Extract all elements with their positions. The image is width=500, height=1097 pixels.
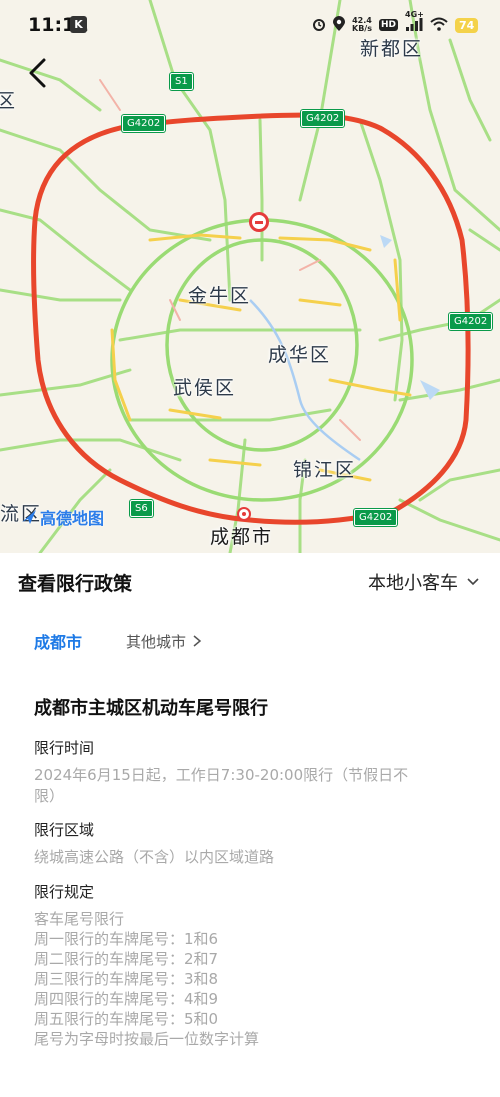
hd-voice-icon: HD <box>378 19 398 31</box>
highway-badge-g4202: G4202 <box>354 509 398 526</box>
highway-badge-g4202: G4202 <box>301 110 345 127</box>
district-label-left: 区 <box>0 90 18 112</box>
road-network <box>0 0 500 553</box>
vehicle-type-dropdown[interactable]: 本地小客车 <box>368 569 480 595</box>
tab-chengdu[interactable]: 成都市 <box>34 629 82 653</box>
section-body-time: 2024年6月15日起，工作日7:30-20:00限行（节假日不 限） <box>34 766 409 805</box>
section-heading-rules: 限行规定 <box>34 883 95 901</box>
section-heading-area: 限行区域 <box>34 821 95 839</box>
city-tabs: 成都市 其他城市 <box>34 629 202 653</box>
network-speed: 42.4 KB/s <box>352 16 372 33</box>
tab-other-cities[interactable]: 其他城市 <box>126 631 202 652</box>
section-body-area: 绕城高速公路（不含）以内区域道路 <box>34 848 275 866</box>
highway-badge-s1: S1 <box>170 73 193 90</box>
district-label-jinjiang: 锦江区 <box>293 459 357 481</box>
city-center-marker-icon[interactable] <box>237 507 251 521</box>
amap-logo-icon <box>22 510 36 524</box>
cellular-signal-icon: 4G+ <box>405 10 424 35</box>
app-notification-icon: K <box>70 16 87 33</box>
section-heading-time: 限行时间 <box>34 739 95 757</box>
status-icons: 42.4 KB/s HD 4G+ 74 <box>312 10 479 35</box>
status-bar: 11:11 K 42.4 KB/s HD 4G+ 74 <box>0 0 500 50</box>
amap-logo: 高德地图 <box>20 506 104 528</box>
alarm-icon <box>312 16 326 35</box>
vehicle-type-label: 本地小客车 <box>368 573 458 594</box>
rule-title: 成都市主城区机动车尾号限行 <box>34 698 268 719</box>
district-label-jinniu: 金牛区 <box>188 285 252 307</box>
district-label-xindu: 新都区 <box>360 38 424 60</box>
map-view[interactable]: 11:11 K 42.4 KB/s HD 4G+ 74 新都区 区 金牛区 成华… <box>0 0 500 553</box>
highway-badge-g4202: G4202 <box>122 115 166 132</box>
city-label-chengdu: 成都市 <box>210 526 274 548</box>
no-entry-icon[interactable] <box>249 212 269 232</box>
chevron-down-icon <box>467 578 479 586</box>
wifi-icon <box>430 16 448 35</box>
district-label-wuhou: 武侯区 <box>173 377 237 399</box>
chevron-left-icon <box>29 58 46 88</box>
back-button[interactable] <box>22 54 54 92</box>
highway-badge-g4202: G4202 <box>449 313 493 330</box>
panel-header: 查看限行政策 本地小客车 <box>0 569 500 599</box>
location-icon <box>333 15 345 35</box>
panel-title: 查看限行政策 <box>18 573 133 595</box>
section-body-rules: 客车尾号限行 周一限行的车牌尾号：1和6 周二限行的车牌尾号：2和7 周三限行的… <box>34 910 260 1048</box>
battery-indicator: 74 <box>455 17 479 33</box>
restriction-policy-panel: 查看限行政策 本地小客车 成都市 其他城市 成都市主城区机动车尾号限行 限行时间… <box>0 553 500 1097</box>
district-label-chenghua: 成华区 <box>268 344 332 366</box>
chevron-right-icon <box>193 635 202 647</box>
highway-badge-s6: S6 <box>130 500 153 517</box>
